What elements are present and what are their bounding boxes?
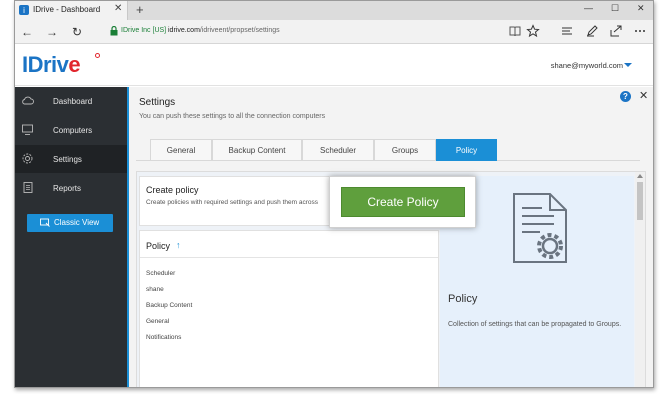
sidebar-item-label: Computers bbox=[53, 126, 93, 135]
tab-general[interactable]: General bbox=[150, 139, 212, 161]
scroll-up-icon[interactable] bbox=[637, 174, 643, 178]
close-icon[interactable]: ✕ bbox=[639, 89, 648, 102]
minimize-button[interactable]: — bbox=[584, 3, 593, 13]
help-icon[interactable]: ? bbox=[620, 91, 631, 102]
idrive-favicon-icon: i bbox=[19, 5, 29, 15]
list-item[interactable]: Notifications bbox=[146, 334, 181, 341]
url-host: idrive.com bbox=[168, 27, 200, 34]
page-title: Settings bbox=[139, 97, 176, 108]
sidebar-item-label: Reports bbox=[53, 184, 82, 193]
back-button[interactable]: ← bbox=[21, 25, 33, 39]
report-icon bbox=[23, 182, 33, 193]
certificate-label[interactable]: IDrive Inc [US] bbox=[121, 27, 166, 34]
browser-tab[interactable]: i IDrive - Dashboard ✕ bbox=[15, 1, 128, 20]
scrollbar[interactable] bbox=[635, 172, 645, 387]
forward-button[interactable]: → bbox=[46, 25, 58, 39]
create-policy-callout: Create Policy bbox=[329, 176, 476, 228]
sidebar-item-label: Settings bbox=[53, 155, 82, 164]
create-policy-description: Create policies with required settings a… bbox=[146, 199, 318, 206]
lock-icon bbox=[110, 26, 118, 36]
logo-text: IDriv bbox=[22, 52, 69, 77]
browser-tab-title: IDrive - Dashboard bbox=[33, 5, 101, 14]
create-policy-button[interactable]: Create Policy bbox=[341, 187, 465, 217]
address-bar: ← → ↻ IDrive Inc [US] idrive.com/idrivee… bbox=[15, 20, 653, 44]
sidebar: Dashboard Computers Settings Reports Cla… bbox=[15, 87, 127, 387]
scrollbar-thumb[interactable] bbox=[637, 182, 643, 220]
tab-backup-content[interactable]: Backup Content bbox=[212, 139, 302, 161]
close-window-button[interactable]: ✕ bbox=[637, 3, 645, 14]
policy-document-icon bbox=[513, 193, 567, 263]
settings-tabs: General Backup Content Scheduler Groups … bbox=[136, 139, 640, 161]
sidebar-item-dashboard[interactable]: Dashboard bbox=[15, 87, 127, 115]
detail-description: Collection of settings that can be propa… bbox=[448, 321, 622, 328]
new-tab-button[interactable]: + bbox=[136, 2, 144, 17]
sidebar-item-label: Dashboard bbox=[53, 97, 93, 106]
sort-arrow-icon[interactable]: ↑ bbox=[176, 240, 181, 250]
logo-e: e bbox=[68, 52, 81, 77]
refresh-button[interactable]: ↻ bbox=[72, 25, 82, 39]
divider bbox=[140, 257, 438, 258]
classic-view-icon bbox=[40, 218, 50, 227]
list-item[interactable]: shane bbox=[146, 286, 164, 293]
idrive-logo[interactable]: IDrive bbox=[22, 52, 81, 78]
detail-title: Policy bbox=[448, 293, 478, 305]
classic-view-button[interactable]: Classic View bbox=[27, 214, 113, 232]
maximize-button[interactable]: ☐ bbox=[611, 3, 619, 14]
browser-tab-bar: i IDrive - Dashboard ✕ + — ☐ ✕ bbox=[15, 1, 653, 20]
tab-groups[interactable]: Groups bbox=[374, 139, 436, 161]
hub-icon[interactable] bbox=[560, 24, 574, 38]
share-icon[interactable] bbox=[609, 24, 623, 38]
web-note-icon[interactable] bbox=[585, 24, 599, 38]
main-panel: ? ✕ Settings You can push these settings… bbox=[129, 87, 653, 387]
registered-mark-icon bbox=[95, 53, 100, 58]
sidebar-item-settings[interactable]: Settings bbox=[15, 145, 127, 173]
url-field[interactable]: idrive.com/idriveent/propset/settings bbox=[168, 27, 280, 34]
screenshot-frame: i IDrive - Dashboard ✕ + — ☐ ✕ ← → ↻ IDr… bbox=[0, 0, 667, 394]
policy-list-heading[interactable]: Policy bbox=[146, 241, 170, 251]
tab-scheduler[interactable]: Scheduler bbox=[302, 139, 374, 161]
app-header: IDrive shane@myworld.com bbox=[15, 44, 653, 86]
create-policy-title: Create policy bbox=[146, 185, 199, 195]
sidebar-item-reports[interactable]: Reports bbox=[15, 174, 127, 202]
chevron-down-icon[interactable] bbox=[624, 63, 632, 67]
policy-list: Policy ↑ Scheduler shane Backup Content … bbox=[139, 230, 439, 387]
computer-icon bbox=[22, 124, 33, 135]
more-icon[interactable] bbox=[633, 24, 647, 38]
url-path: /idriveent/propset/settings bbox=[199, 27, 280, 34]
favorite-star-icon[interactable] bbox=[526, 24, 540, 38]
list-item[interactable]: Backup Content bbox=[146, 302, 192, 309]
user-email[interactable]: shane@myworld.com bbox=[551, 61, 623, 70]
gear-icon bbox=[22, 153, 33, 164]
page-subtitle: You can push these settings to all the c… bbox=[139, 113, 326, 120]
list-item[interactable]: Scheduler bbox=[146, 270, 175, 277]
classic-view-label: Classic View bbox=[54, 218, 100, 227]
tab-policy[interactable]: Policy bbox=[436, 139, 497, 161]
reading-view-icon[interactable] bbox=[508, 24, 522, 38]
list-item[interactable]: General bbox=[146, 318, 169, 325]
svg-text:i: i bbox=[23, 6, 25, 15]
cloud-icon bbox=[22, 96, 34, 105]
sidebar-item-computers[interactable]: Computers bbox=[15, 116, 127, 144]
tab-close-icon[interactable]: ✕ bbox=[114, 3, 122, 14]
